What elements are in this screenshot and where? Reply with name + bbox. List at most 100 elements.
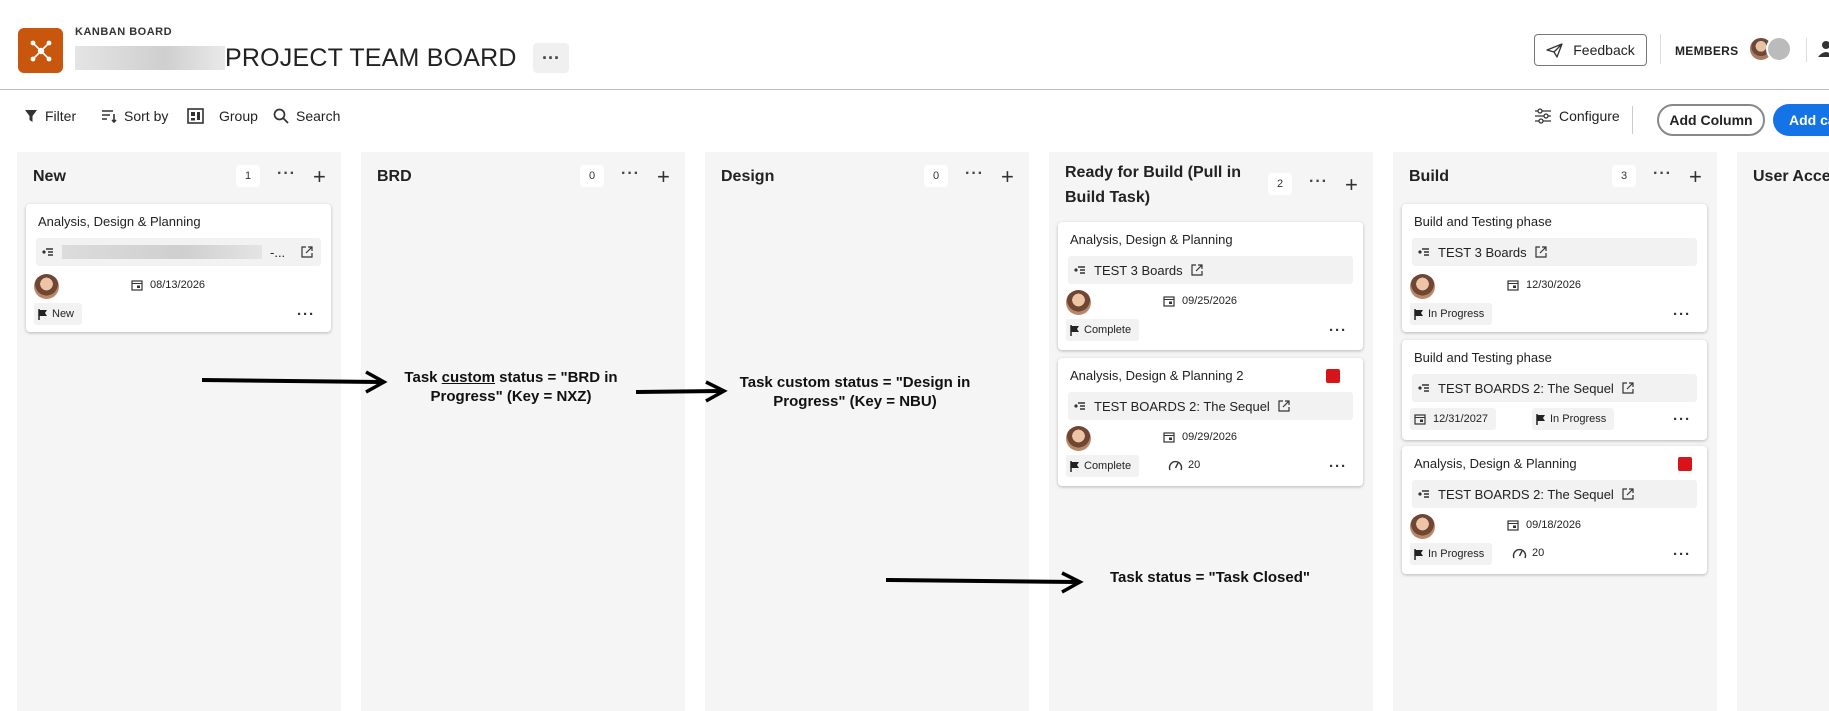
column-title: User Accep xyxy=(1753,168,1829,185)
external-link-icon[interactable] xyxy=(1278,400,1290,412)
task-card[interactable]: Analysis, Design & Planning -... 08/13/2… xyxy=(26,204,331,332)
add-column-button[interactable]: Add Column xyxy=(1657,104,1765,136)
calendar-icon xyxy=(131,280,143,291)
external-link-icon[interactable] xyxy=(1535,246,1547,258)
card-more-button[interactable]: ··· xyxy=(1673,411,1691,428)
card-due-date: 08/13/2026 xyxy=(131,279,205,291)
avatar[interactable] xyxy=(1066,426,1091,451)
card-more-button[interactable]: ··· xyxy=(1673,546,1691,563)
members-label: MEMBERS xyxy=(1675,44,1739,58)
avatar[interactable] xyxy=(1066,290,1091,315)
divider xyxy=(1660,34,1661,64)
project-icon xyxy=(42,248,53,256)
status-badge[interactable]: Complete xyxy=(1066,319,1140,341)
external-link-icon[interactable] xyxy=(301,246,313,258)
column-add-button[interactable]: + xyxy=(1001,166,1014,188)
status-badge[interactable]: In Progress xyxy=(1532,408,1615,430)
configure-label: Configure xyxy=(1559,108,1620,124)
board-more-button[interactable]: ··· xyxy=(533,43,569,73)
card-title: Analysis, Design & Planning xyxy=(38,214,201,229)
flag-icon xyxy=(1070,324,1079,336)
annotation-arrow xyxy=(885,571,1084,594)
column-add-button[interactable]: + xyxy=(313,166,326,188)
column-ready-for-build: Ready for Build (Pull in Build Task) 2 ·… xyxy=(1049,152,1373,711)
card-more-button[interactable]: ··· xyxy=(1673,306,1691,323)
priority-flag-icon xyxy=(1326,369,1340,383)
column-count: 0 xyxy=(924,165,948,187)
task-card[interactable]: Build and Testing phase TEST BOARDS 2: T… xyxy=(1402,340,1707,440)
status-badge[interactable]: Complete xyxy=(1066,455,1140,477)
column-count: 3 xyxy=(1612,165,1636,187)
column-more-button[interactable]: ··· xyxy=(965,165,984,183)
feedback-label: Feedback xyxy=(1573,42,1635,58)
flag-icon xyxy=(1414,548,1423,560)
card-more-button[interactable]: ··· xyxy=(297,306,315,323)
task-card[interactable]: Analysis, Design & Planning TEST 3 Board… xyxy=(1058,222,1363,350)
card-project[interactable]: -... xyxy=(36,238,321,266)
user-icon[interactable] xyxy=(1818,40,1829,63)
card-project[interactable]: TEST 3 Boards xyxy=(1068,256,1353,284)
project-icon xyxy=(1074,266,1085,274)
search-label: Search xyxy=(296,108,341,124)
card-due-date: 12/30/2026 xyxy=(1507,279,1581,291)
column-title: BRD xyxy=(377,168,412,185)
status-badge[interactable]: In Progress xyxy=(1410,303,1493,325)
task-card[interactable]: Build and Testing phase TEST 3 Boards 12… xyxy=(1402,204,1707,332)
card-project[interactable]: TEST BOARDS 2: The Sequel xyxy=(1068,392,1353,420)
task-card[interactable]: Analysis, Design & Planning 2 TEST BOARD… xyxy=(1058,358,1363,486)
task-card[interactable]: Analysis, Design & Planning TEST BOARDS … xyxy=(1402,446,1707,574)
card-project[interactable]: TEST 3 Boards xyxy=(1412,238,1697,266)
card-project[interactable]: TEST BOARDS 2: The Sequel xyxy=(1412,480,1697,508)
card-effort: 20 xyxy=(1168,459,1200,471)
avatar[interactable] xyxy=(1766,36,1792,62)
card-effort: 20 xyxy=(1512,547,1544,559)
group-icon xyxy=(187,108,204,124)
app-logo[interactable] xyxy=(18,28,63,73)
card-title: Analysis, Design & Planning 2 xyxy=(1070,368,1244,383)
hub-icon xyxy=(30,40,51,61)
external-link-icon[interactable] xyxy=(1622,382,1634,394)
app-label: KANBAN BOARD xyxy=(75,26,173,38)
column-more-button[interactable]: ··· xyxy=(277,165,296,183)
gauge-icon xyxy=(1168,460,1183,471)
column-title: Build xyxy=(1409,168,1449,185)
avatar[interactable] xyxy=(34,274,59,299)
board-toolbar: Filter Sort by Group Search Configure Ad… xyxy=(0,90,1829,150)
column-more-button[interactable]: ··· xyxy=(1309,173,1328,191)
card-project[interactable]: TEST BOARDS 2: The Sequel xyxy=(1412,374,1697,402)
column-more-button[interactable]: ··· xyxy=(1653,165,1672,183)
page-title: PROJECT TEAM BOARD xyxy=(75,43,517,73)
column-add-button[interactable]: + xyxy=(657,166,670,188)
project-icon xyxy=(1418,490,1429,498)
member-avatars[interactable] xyxy=(1748,36,1792,62)
project-icon xyxy=(1074,402,1085,410)
card-more-button[interactable]: ··· xyxy=(1329,322,1347,339)
calendar-icon xyxy=(1507,520,1519,531)
search-button[interactable]: Search xyxy=(273,108,340,124)
board-title: PROJECT TEAM BOARD xyxy=(225,43,517,72)
card-more-button[interactable]: ··· xyxy=(1329,458,1347,475)
status-badge[interactable]: In Progress xyxy=(1410,543,1493,565)
project-icon xyxy=(1418,248,1429,256)
feedback-button[interactable]: Feedback xyxy=(1534,34,1647,66)
filter-label: Filter xyxy=(45,108,77,124)
configure-button[interactable]: Configure xyxy=(1534,108,1620,124)
calendar-icon xyxy=(1163,432,1175,443)
status-badge[interactable]: New xyxy=(34,303,83,325)
filter-button[interactable]: Filter xyxy=(24,108,76,124)
column-add-button[interactable]: + xyxy=(1345,174,1358,196)
sliders-icon xyxy=(1535,108,1551,124)
project-icon xyxy=(1418,384,1429,392)
avatar[interactable] xyxy=(1410,514,1435,539)
column-title: Design xyxy=(721,168,775,185)
add-card-button[interactable]: Add ca xyxy=(1773,104,1829,136)
flag-icon xyxy=(38,308,47,320)
group-button[interactable]: Group xyxy=(187,108,258,124)
column-add-button[interactable]: + xyxy=(1689,166,1702,188)
avatar[interactable] xyxy=(1410,274,1435,299)
external-link-icon[interactable] xyxy=(1622,488,1634,500)
card-title: Build and Testing phase xyxy=(1414,214,1552,229)
external-link-icon[interactable] xyxy=(1191,264,1203,276)
sort-button[interactable]: Sort by xyxy=(101,108,168,124)
column-more-button[interactable]: ··· xyxy=(621,165,640,183)
